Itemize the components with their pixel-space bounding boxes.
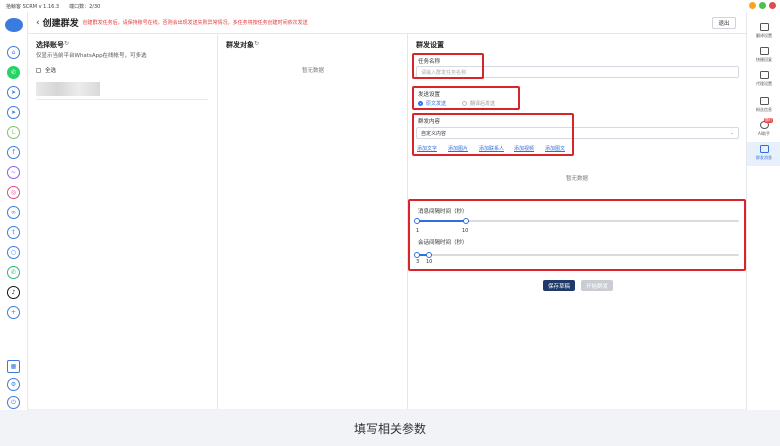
rail-quick-reply[interactable]: 快捷回复 bbox=[747, 44, 780, 68]
select-all-checkbox[interactable]: 全选 bbox=[36, 66, 56, 74]
tiktok-icon[interactable]: ♪ bbox=[7, 286, 20, 299]
left-platform-rail: ⌂ ✆ ➤ ➤ L f ~ ◎ ∞ t ○ ✆ ♪ + ▦ ⚙ ⏻ bbox=[0, 12, 28, 410]
annotation-box-send-settings bbox=[412, 86, 520, 110]
maximize-button[interactable] bbox=[759, 2, 766, 9]
refresh-accounts-icon[interactable]: ↻ bbox=[64, 40, 69, 47]
limited-time-badge: 限时 bbox=[764, 118, 773, 123]
broadcast-icon bbox=[759, 145, 769, 153]
right-tool-rail: 翻译设置 快捷回复 代理设置 粉丝信息 AI助手 限时 群发消息 bbox=[746, 12, 780, 410]
translate-icon bbox=[759, 23, 769, 31]
targets-panel bbox=[218, 34, 408, 409]
select-all-label: 全选 bbox=[45, 68, 57, 74]
start-send-button[interactable]: 开始群发 bbox=[581, 280, 613, 291]
apps-grid-icon[interactable]: ▦ bbox=[7, 360, 20, 373]
accounts-subtitle: 仅显示当前平台WhatsApp在线帐号，可多选 bbox=[36, 53, 147, 59]
annotation-box-intervals bbox=[408, 199, 746, 271]
rail-label: 翻译设置 bbox=[756, 33, 772, 38]
settings-title: 群发设置 bbox=[416, 41, 444, 49]
window-titlebar: 拾鲸客 SCRM v 1.16.3 端口数：2/30 bbox=[0, 0, 780, 12]
wechat-icon[interactable]: ✆ bbox=[7, 266, 20, 279]
signal-icon[interactable]: ○ bbox=[7, 246, 20, 259]
rail-label: 代理设置 bbox=[756, 81, 772, 86]
content-empty: 暂无数据 bbox=[566, 176, 589, 182]
rail-translate-settings[interactable]: 翻译设置 bbox=[747, 20, 780, 44]
whatsapp-icon[interactable]: ✆ bbox=[7, 66, 20, 79]
targets-title: 群发对象 bbox=[226, 41, 254, 49]
rail-proxy-settings[interactable]: 代理设置 bbox=[747, 68, 780, 92]
facebook-icon[interactable]: f bbox=[7, 146, 20, 159]
settings-icon[interactable]: ⚙ bbox=[7, 378, 20, 391]
app-logo bbox=[5, 18, 23, 32]
warning-text: 创建群发任务后，请保持账号在线，否则会出现发送失败异常情况，多任务将按任务创建时… bbox=[82, 20, 308, 26]
account-item-blurred[interactable] bbox=[36, 82, 100, 96]
app-version: 拾鲸客 SCRM v 1.16.3 bbox=[6, 3, 60, 10]
rail-label: 快捷回复 bbox=[756, 57, 772, 62]
rail-label: 群发消息 bbox=[756, 155, 772, 160]
zalo-icon[interactable]: ∞ bbox=[7, 206, 20, 219]
rail-broadcast-messages[interactable]: 群发消息 bbox=[747, 142, 780, 166]
save-draft-button[interactable]: 保存草稿 bbox=[543, 280, 575, 291]
logout-icon[interactable]: ⏻ bbox=[7, 396, 20, 409]
accounts-title: 选择账号 bbox=[36, 41, 64, 49]
fans-icon bbox=[759, 97, 769, 105]
annotation-box-task-name bbox=[412, 53, 484, 79]
tutorial-caption: 填写相关参数 bbox=[0, 410, 780, 446]
twitter-icon[interactable]: t bbox=[7, 226, 20, 239]
targets-empty: 暂无数据 bbox=[302, 68, 325, 74]
page-title: 创建群发 bbox=[42, 19, 79, 29]
messenger-icon[interactable]: ~ bbox=[7, 166, 20, 179]
refresh-targets-icon[interactable]: ↻ bbox=[254, 40, 259, 47]
back-icon[interactable]: ‹ bbox=[36, 18, 40, 28]
home-icon[interactable]: ⌂ bbox=[7, 46, 20, 59]
annotation-box-content bbox=[412, 113, 574, 156]
add-platform-icon[interactable]: + bbox=[7, 306, 20, 319]
chevron-down-icon: ⌄ bbox=[729, 130, 734, 136]
minimize-button[interactable] bbox=[749, 2, 756, 9]
rail-label: 粉丝信息 bbox=[756, 107, 772, 112]
close-button[interactable] bbox=[769, 2, 776, 9]
rail-ai-assistant[interactable]: AI助手 限时 bbox=[747, 118, 780, 142]
telegram-icon[interactable]: ➤ bbox=[7, 86, 20, 99]
instagram-icon[interactable]: ◎ bbox=[7, 186, 20, 199]
proxy-icon bbox=[759, 71, 769, 79]
line-icon[interactable]: L bbox=[7, 126, 20, 139]
port-count: 端口数：2/30 bbox=[69, 3, 101, 10]
telegram-alt-icon[interactable]: ➤ bbox=[7, 106, 20, 119]
rail-label: AI助手 bbox=[758, 131, 770, 136]
divider bbox=[36, 99, 208, 100]
exit-button[interactable]: 退出 bbox=[712, 17, 736, 29]
page-header: ‹ 创建群发 创建群发任务后，请保持账号在线，否则会出现发送失败异常情况，多任务… bbox=[28, 12, 746, 34]
quick-reply-icon bbox=[759, 47, 769, 55]
rail-fans-info[interactable]: 粉丝信息 bbox=[747, 94, 780, 118]
